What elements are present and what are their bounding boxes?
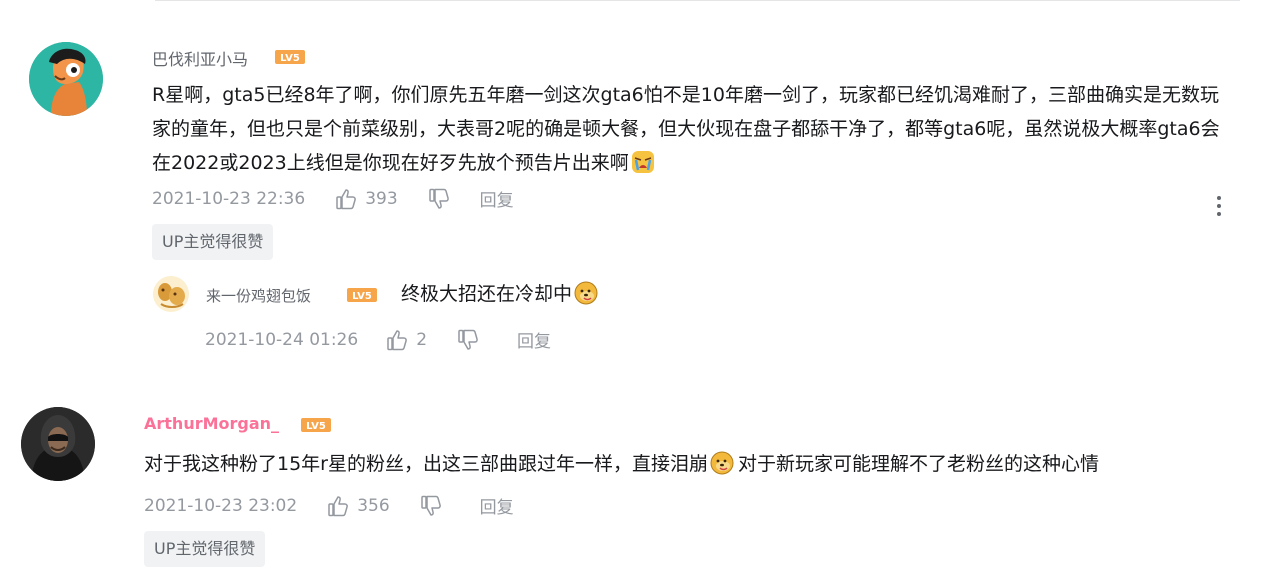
comment-text: 对于我这种粉了15年r星的粉丝，出这三部曲跟过年一样，直接泪崩 xyxy=(144,453,708,475)
like-count: 356 xyxy=(357,495,390,516)
level-badge-icon: LV5 xyxy=(275,50,305,64)
reply-meta: 2021-10-24 01:26 2 回复 xyxy=(205,327,551,352)
reply-avatar-image xyxy=(153,276,189,312)
top-divider xyxy=(155,0,1240,5)
comment-content: R星啊，gta5已经8年了啊，你们原先五年磨一剑这次gta6怕不是10年磨一剑了… xyxy=(152,78,1237,180)
level-text: LV5 xyxy=(306,421,326,432)
crying-emoji-icon xyxy=(631,151,654,173)
level-badge-icon: LV5 xyxy=(301,418,331,432)
username[interactable]: 巴伐利亚小马 xyxy=(152,46,248,70)
like-count: 2 xyxy=(416,329,428,350)
avatar-image xyxy=(29,42,103,116)
doge-emoji-icon xyxy=(574,281,598,305)
like-icon[interactable] xyxy=(335,188,357,210)
comment-text: R星啊，gta5已经8年了啊，你们原先五年磨一剑这次gta6怕不是10年磨一剑了… xyxy=(152,84,1220,174)
up-liked-badge: UP主觉得很赞 xyxy=(144,531,266,567)
level-text: LV5 xyxy=(280,53,300,64)
level-text: LV5 xyxy=(352,291,372,302)
dislike-icon[interactable] xyxy=(428,188,450,210)
comment-time: 2021-10-23 22:36 xyxy=(152,188,306,209)
reply-button[interactable]: 回复 xyxy=(517,327,551,352)
comment-content: 对于我这种粉了15年r星的粉丝，出这三部曲跟过年一样，直接泪崩 对于新玩家可能理… xyxy=(144,447,1254,481)
reply-button[interactable]: 回复 xyxy=(480,493,514,518)
comment-meta: 2021-10-23 22:36 393 回复 xyxy=(152,186,514,211)
reply-content: 终极大招还在冷却中 xyxy=(401,277,701,311)
level-badge-icon: LV5 xyxy=(347,288,377,302)
reply-button[interactable]: 回复 xyxy=(480,186,514,211)
reply-text: 终极大招还在冷却中 xyxy=(401,283,573,305)
username[interactable]: ArthurMorgan_ xyxy=(144,414,279,433)
reply-avatar[interactable] xyxy=(153,276,189,312)
reply-time: 2021-10-24 01:26 xyxy=(205,329,359,350)
avatar-image xyxy=(21,407,95,481)
avatar[interactable] xyxy=(29,42,103,116)
comment-meta: 2021-10-23 23:02 356 回复 xyxy=(144,493,514,518)
like-icon[interactable] xyxy=(327,495,349,517)
like-count: 393 xyxy=(365,188,398,209)
dislike-icon[interactable] xyxy=(420,495,442,517)
dislike-icon[interactable] xyxy=(457,329,479,351)
doge-emoji-icon xyxy=(710,451,734,475)
comment-time: 2021-10-23 23:02 xyxy=(144,495,298,516)
more-options-icon[interactable] xyxy=(1216,195,1222,217)
like-icon[interactable] xyxy=(386,329,408,351)
up-liked-badge: UP主觉得很赞 xyxy=(152,224,274,260)
reply-username[interactable]: 来一份鸡翅包饭 xyxy=(206,285,311,306)
comment-text-continued: 对于新玩家可能理解不了老粉丝的这种心情 xyxy=(738,453,1100,475)
avatar[interactable] xyxy=(21,407,95,481)
